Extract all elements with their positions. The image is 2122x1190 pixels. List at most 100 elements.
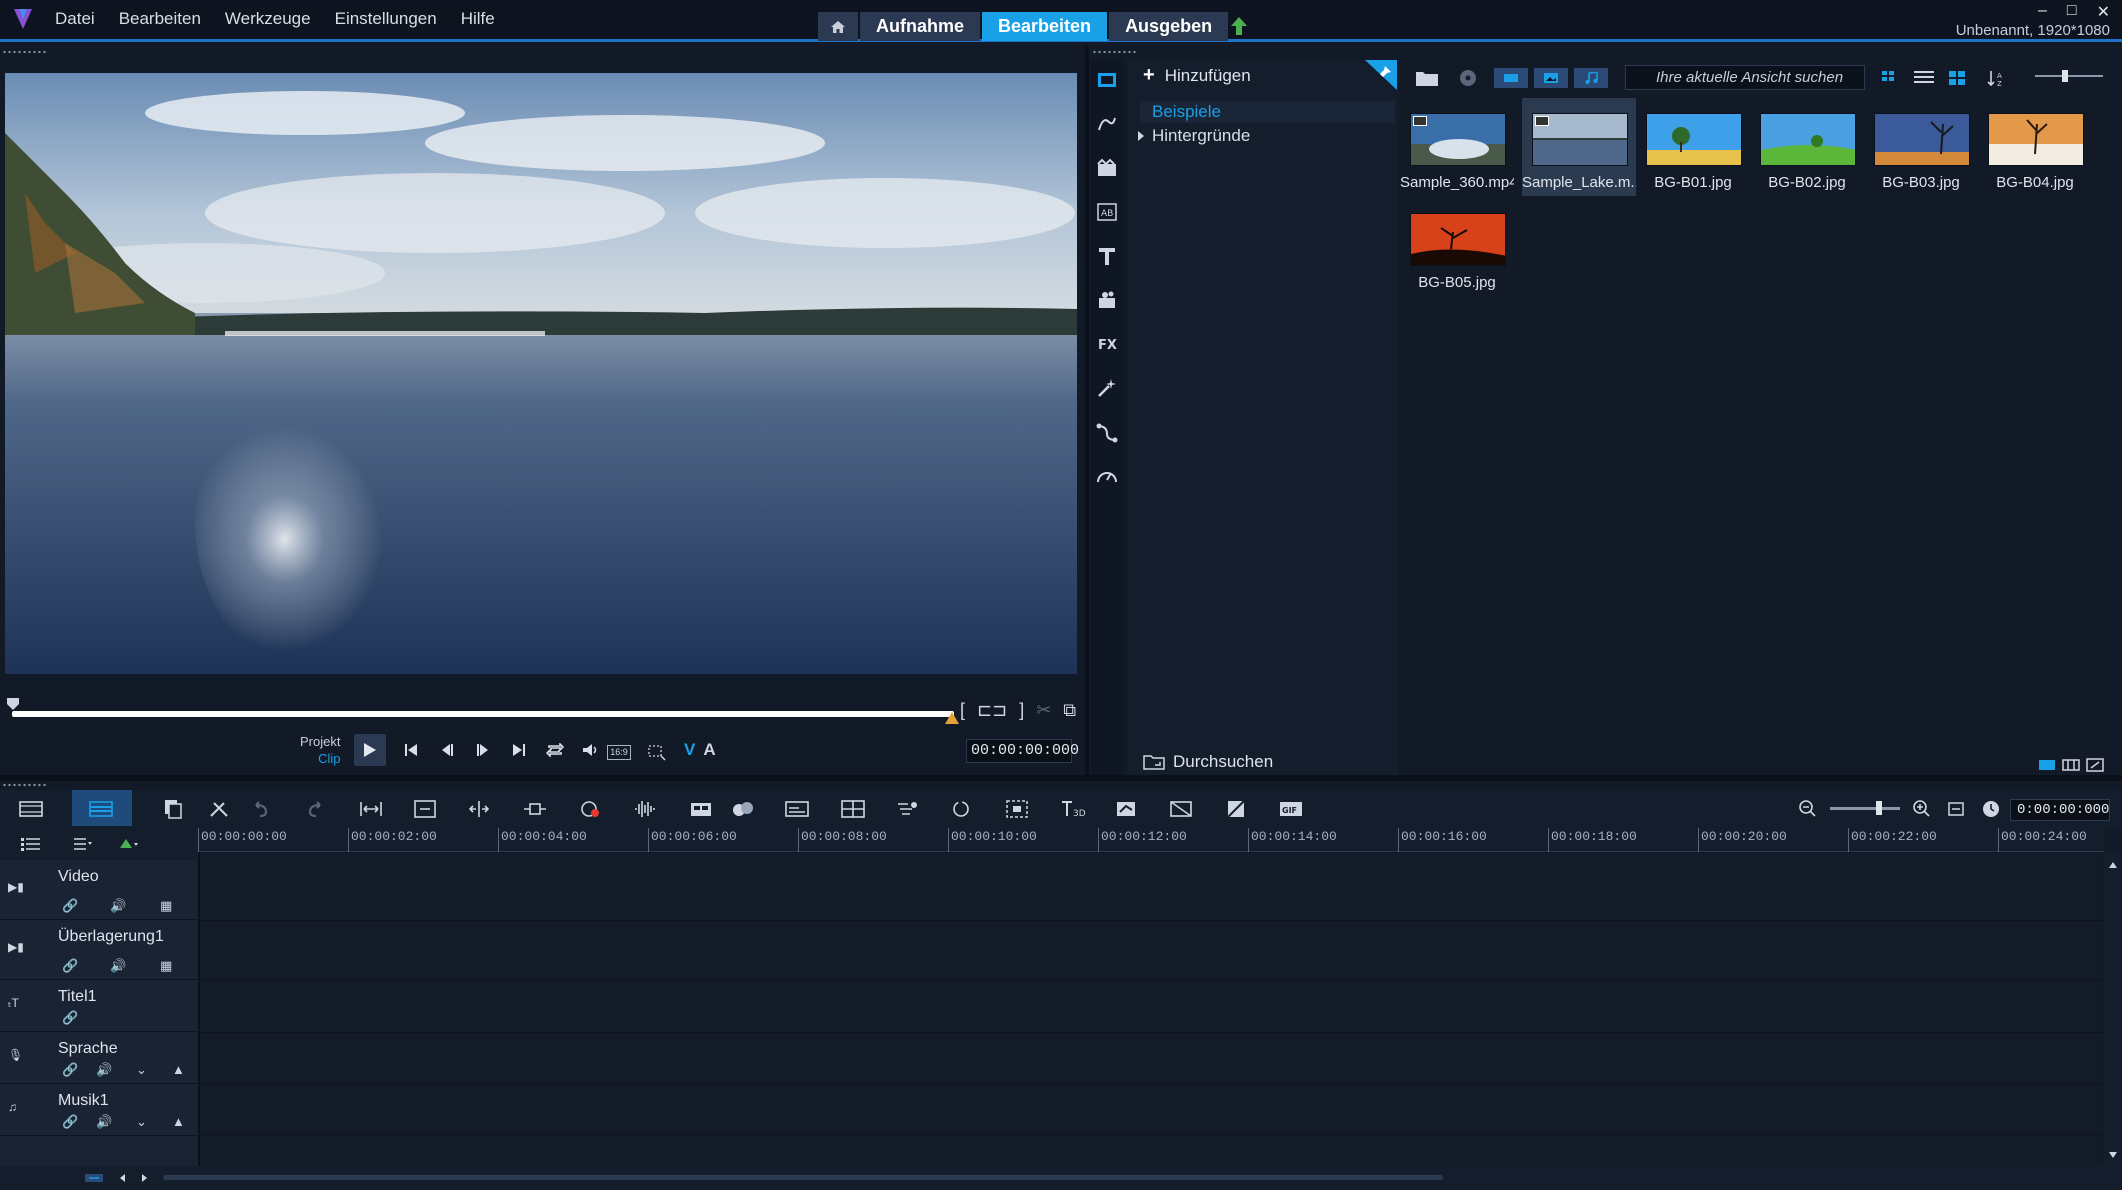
speed-gauge-icon[interactable]	[1095, 464, 1119, 488]
library-item[interactable]: BG-B03.jpg	[1864, 98, 1978, 196]
library-item[interactable]: Sample_360.mp4	[1400, 98, 1514, 196]
link-icon[interactable]: 🔗	[62, 1010, 78, 1026]
clock-icon[interactable]	[1978, 798, 2004, 820]
disc-icon[interactable]	[1456, 68, 1480, 88]
collapse-track-icon[interactable]: ▲	[172, 1114, 185, 1130]
track-volume-icon[interactable]: 🔊	[110, 898, 126, 914]
minimize-button[interactable]: –	[2038, 2, 2047, 22]
loop-icon[interactable]	[948, 798, 974, 820]
multi-camera-icon[interactable]	[688, 798, 714, 820]
filter-photo-button[interactable]	[1534, 68, 1568, 88]
timeline-vertical-scrollbar[interactable]	[2104, 852, 2122, 1166]
collapse-track-icon[interactable]: ▲	[172, 1062, 185, 1078]
pan-zoom-icon[interactable]	[1004, 798, 1030, 820]
audio-toggle[interactable]: A	[703, 740, 715, 759]
tab-ausgeben[interactable]: Ausgeben	[1109, 12, 1229, 41]
timeline-tracks-area[interactable]	[198, 852, 2104, 1166]
thumbnail-size-knob[interactable]	[2062, 70, 2068, 82]
menu-werkzeuge[interactable]: Werkzeuge	[225, 9, 311, 29]
scrubber-handle-icon[interactable]	[6, 697, 20, 711]
grid-view-icon[interactable]	[2062, 758, 2080, 772]
tools-icon[interactable]	[206, 798, 232, 820]
template-ab-icon[interactable]: AB	[1095, 200, 1119, 224]
trim-marker-icon[interactable]	[945, 712, 959, 724]
track-volume-icon[interactable]: 🔊	[96, 1114, 112, 1130]
preview-scrubber[interactable]	[12, 711, 954, 717]
library-grip[interactable]	[1092, 50, 1136, 54]
chapter-menu-icon[interactable]	[72, 836, 94, 852]
fit-timeline-icon[interactable]	[1944, 798, 1970, 820]
split-screen-icon[interactable]	[840, 798, 866, 820]
fx-filter-icon[interactable]: FX	[1095, 332, 1119, 356]
library-item[interactable]: BG-B05.jpg	[1400, 198, 1514, 296]
upload-arrow-icon[interactable]	[1230, 16, 1248, 36]
add-marker-icon[interactable]	[118, 836, 140, 852]
project-mode-label[interactable]: Projekt	[300, 733, 340, 750]
timeline-view-icon[interactable]	[88, 798, 114, 820]
track-header-titel1[interactable]: ₜT Titel1 🔗	[0, 980, 198, 1032]
filter-video-button[interactable]	[1494, 68, 1528, 88]
graphics-icon[interactable]	[1095, 288, 1119, 312]
track-visibility-icon[interactable]: ▦	[160, 898, 172, 914]
import-folder-icon[interactable]	[1415, 68, 1439, 88]
mark-out-icon[interactable]: ]	[1019, 700, 1024, 721]
add-folder-button[interactable]: + Hinzufügen	[1143, 64, 1251, 87]
project-clip-toggle[interactable]: Projekt Clip	[300, 733, 340, 767]
link-icon[interactable]: 🔗	[62, 898, 78, 914]
maximize-button[interactable]: □	[2067, 2, 2077, 22]
tab-bearbeiten[interactable]: Bearbeiten	[982, 12, 1108, 41]
redo-icon[interactable]	[302, 798, 328, 820]
track-header-video[interactable]: ▶▮ Video 🔗 🔊 ▦	[0, 860, 198, 920]
mark-in-icon[interactable]: [	[960, 700, 965, 721]
transition-icon[interactable]	[1095, 156, 1119, 180]
duplicate-icon[interactable]	[160, 798, 186, 820]
scissors-icon[interactable]: ✂	[1036, 700, 1051, 721]
scroll-options-icon[interactable]	[84, 1172, 104, 1184]
track-header-sprache[interactable]: 🎙 Sprache 🔗 🔊 ⌄ ▲	[0, 1032, 198, 1084]
library-item[interactable]: BG-B02.jpg	[1750, 98, 1864, 196]
track-volume-icon[interactable]: 🔊	[96, 1062, 112, 1078]
timeline-timecode[interactable]: 0:00:00:000	[2010, 799, 2110, 821]
expand-track-icon[interactable]: ⌄	[136, 1114, 147, 1130]
go-to-start-button[interactable]	[400, 739, 422, 761]
play-button[interactable]	[354, 734, 387, 766]
library-item[interactable]: BG-B04.jpg	[1978, 98, 2092, 196]
panel-grip[interactable]	[2, 50, 48, 54]
timeline-divider[interactable]	[0, 775, 2122, 781]
split-marker-icon[interactable]: ⊏⊐	[977, 700, 1007, 721]
browse-button[interactable]: Durchsuchen	[1143, 752, 1273, 772]
menu-hilfe[interactable]: Hilfe	[461, 9, 495, 29]
scroll-up-icon[interactable]	[2109, 862, 2117, 868]
fit-window-icon[interactable]	[412, 798, 438, 820]
3d-title-icon[interactable]: 3D	[1060, 798, 1086, 820]
video-toggle[interactable]: V	[684, 740, 695, 759]
close-button[interactable]: ✕	[2097, 2, 2110, 22]
scroll-right-icon[interactable]	[142, 1174, 147, 1182]
expand-view-icon[interactable]	[2086, 758, 2104, 772]
list-view-icon[interactable]	[1880, 68, 1904, 88]
clip-mode-label[interactable]: Clip	[300, 750, 340, 767]
aspect-ratio-button[interactable]: 16:9	[607, 745, 631, 760]
color-correction-icon[interactable]	[1224, 798, 1250, 820]
storyboard-view-icon[interactable]	[2038, 758, 2056, 772]
tree-item-beispiele[interactable]: Beispiele	[1152, 102, 1221, 122]
library-item[interactable]: Sample_Lake.m...	[1522, 98, 1636, 196]
scroll-down-icon[interactable]	[2109, 1152, 2117, 1158]
scroll-thumb[interactable]	[163, 1175, 1443, 1180]
track-header-überlagerung1[interactable]: ▶▮ Überlagerung1 🔗 🔊 ▦	[0, 920, 198, 980]
go-to-end-button[interactable]	[508, 739, 530, 761]
library-item[interactable]: BG-B01.jpg	[1636, 98, 1750, 196]
magic-wand-icon[interactable]	[1095, 376, 1119, 400]
sort-icon[interactable]: AZ	[1985, 68, 2009, 88]
title-t-icon[interactable]	[1095, 244, 1119, 268]
timeline-grip[interactable]	[2, 783, 48, 787]
menu-datei[interactable]: Datei	[55, 9, 95, 29]
track-header-musik1[interactable]: ♫ Musik1 🔗 🔊 ⌄ ▲	[0, 1084, 198, 1136]
ripple-icon[interactable]	[466, 798, 492, 820]
fit-project-icon[interactable]	[358, 798, 384, 820]
thumbnail-view-icon[interactable]	[1946, 68, 1970, 88]
link-icon[interactable]: 🔗	[62, 1114, 78, 1130]
link-icon[interactable]: 🔗	[62, 958, 78, 974]
mask-creator-icon[interactable]	[1114, 798, 1140, 820]
motion-tracking-icon[interactable]	[894, 798, 920, 820]
